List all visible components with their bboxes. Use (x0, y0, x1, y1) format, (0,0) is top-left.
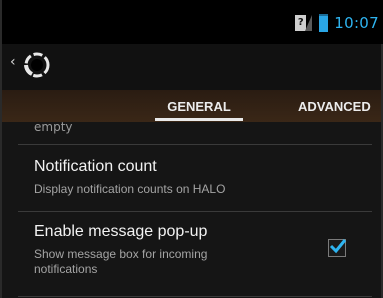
action-bar: ‹ (0, 44, 383, 90)
message-popup-checkbox[interactable] (328, 239, 347, 257)
pref-title: Notification count (34, 158, 157, 175)
pref-notification-count[interactable]: Notification count Display notification … (0, 145, 383, 211)
list-divider (18, 296, 372, 297)
battery-icon (319, 14, 329, 32)
tab-selected-indicator (155, 118, 243, 121)
checkmark-icon (329, 239, 347, 254)
back-icon[interactable]: ‹ (10, 54, 16, 70)
no-sim-icon: ? (295, 15, 313, 31)
halo-app-icon[interactable] (22, 50, 52, 80)
pref-summary: Display notification counts on HALO (34, 182, 226, 196)
status-icons: ? 10:07 (295, 12, 383, 34)
pref-summary-line2: notifications (34, 262, 98, 276)
status-bar: ? 10:07 (0, 0, 383, 44)
pref-title: Enable message pop-up (34, 223, 208, 240)
settings-screen: ? 10:07 ‹ GENERAL ADVANCED empty Notific… (0, 0, 383, 298)
status-clock: 10:07 (334, 14, 379, 32)
signal-icon (305, 15, 313, 31)
pref-summary-line1: Show message box for incoming (34, 247, 208, 261)
partial-list-item-summary: empty (34, 120, 73, 134)
left-frame-edge (0, 0, 2, 298)
pref-enable-message-popup[interactable]: Enable message pop-up Show message box f… (0, 212, 383, 292)
tab-advanced[interactable]: ADVANCED (298, 90, 383, 122)
